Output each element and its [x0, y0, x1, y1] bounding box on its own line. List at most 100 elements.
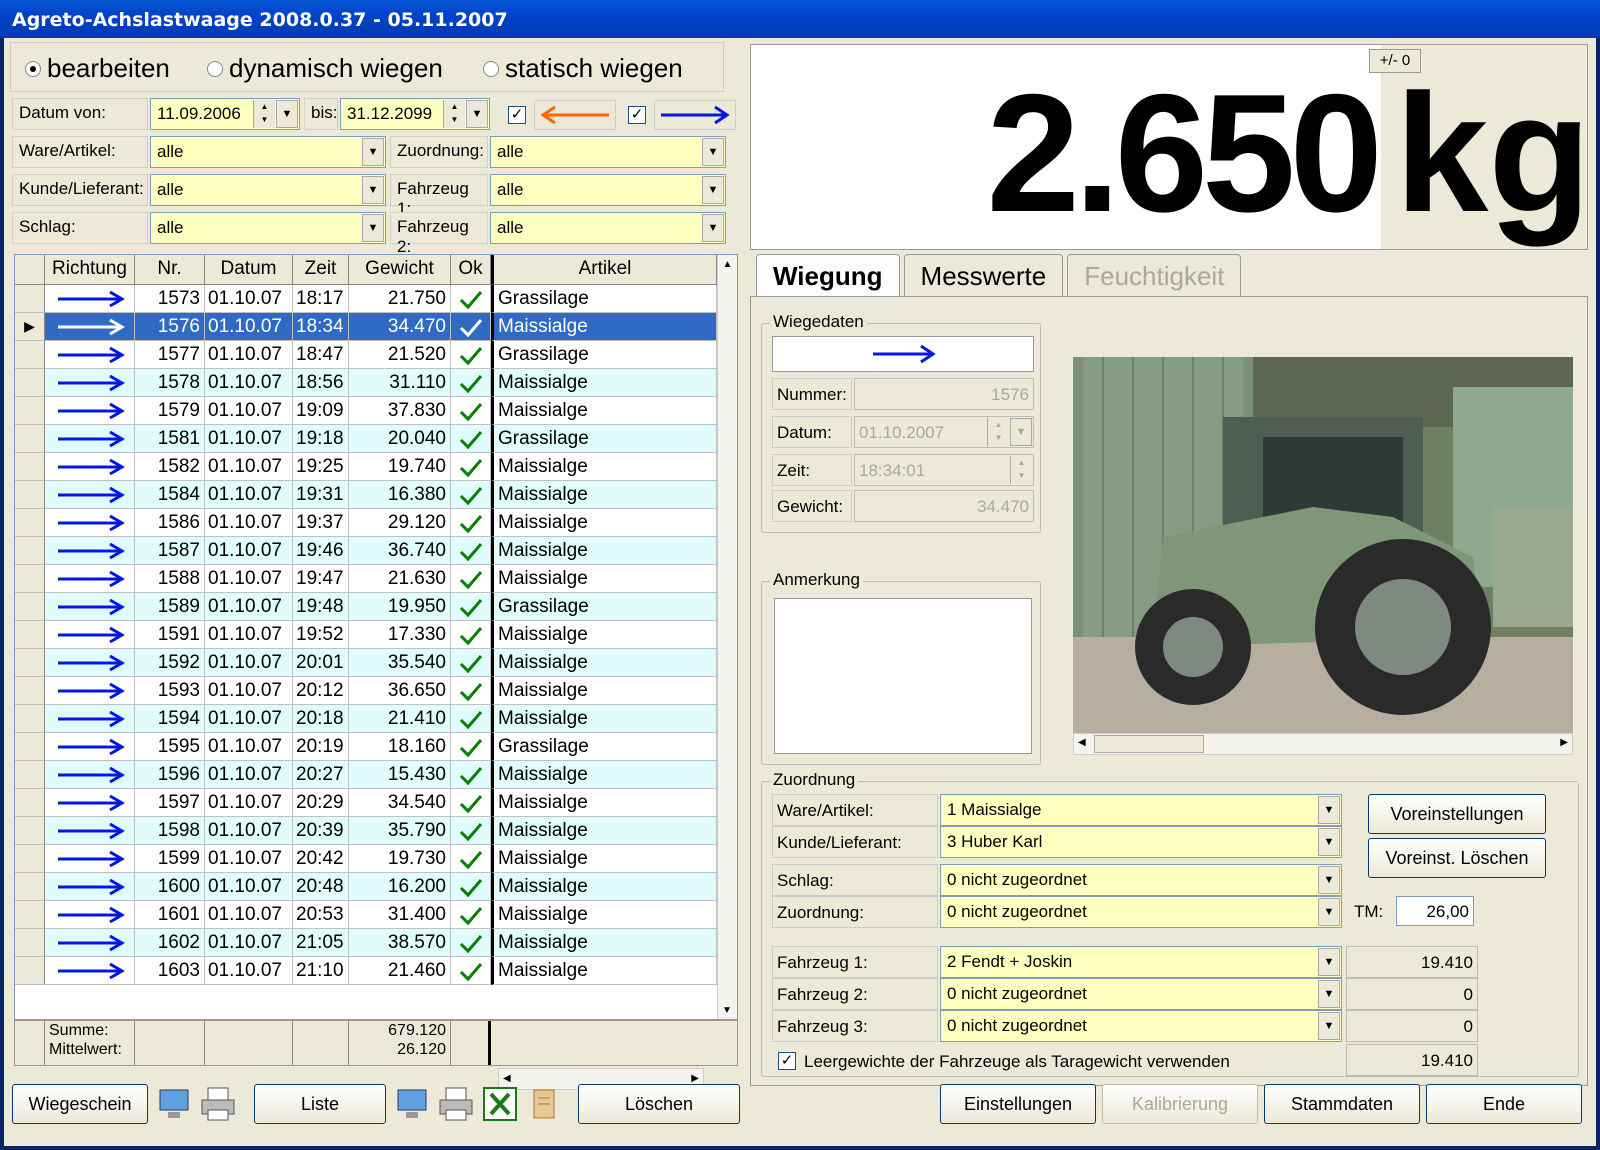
chevron-down-icon[interactable]: ▼	[1318, 1012, 1340, 1040]
chevron-down-icon[interactable]: ▼	[1318, 948, 1340, 976]
printer-icon[interactable]	[436, 1084, 476, 1124]
kalibrierung-button[interactable]: Kalibrierung	[1102, 1084, 1258, 1124]
scroll-up-icon[interactable]: ▲	[718, 255, 737, 275]
table-row[interactable]: 1577 01.10.07 18:47 21.520 Grassilage	[15, 341, 717, 369]
z-fahrzeug2-select[interactable]: 0 nicht zugeordnet ▼	[940, 978, 1342, 1010]
chevron-down-icon[interactable]: ▼	[1318, 866, 1340, 894]
table-row[interactable]: 1584 01.10.07 19:31 16.380 Maissialge	[15, 481, 717, 509]
scroll-down-icon[interactable]: ▼	[718, 1001, 736, 1019]
monitor-icon[interactable]	[154, 1084, 194, 1124]
z-ware-select[interactable]: 1 Maissialge ▼	[940, 794, 1342, 826]
z-schlag-select[interactable]: 0 nicht zugeordnet ▼	[940, 864, 1342, 896]
leergewicht-checkbox[interactable]: ✓	[778, 1052, 796, 1070]
chevron-down-icon[interactable]: ▼	[1318, 898, 1340, 926]
table-vscrollbar[interactable]: ▲ ▼	[717, 255, 737, 1019]
photo-hscrollbar[interactable]: ◀ ▶	[1073, 733, 1573, 755]
printer-icon[interactable]	[198, 1084, 238, 1124]
mode-dynamisch[interactable]: dynamisch wiegen	[207, 53, 443, 84]
table-row[interactable]: 1586 01.10.07 19:37 29.120 Maissialge	[15, 509, 717, 537]
excel-icon[interactable]	[480, 1084, 520, 1124]
table-row[interactable]: 1600 01.10.07 20:48 16.200 Maissialge	[15, 873, 717, 901]
table-row[interactable]: 1596 01.10.07 20:27 15.430 Maissialge	[15, 761, 717, 789]
table-row[interactable]: ▶ 1576 01.10.07 18:34 34.470 Maissialge	[15, 313, 717, 341]
table-row[interactable]: 1594 01.10.07 20:18 21.410 Maissialge	[15, 705, 717, 733]
table-row[interactable]: 1581 01.10.07 19:18 20.040 Grassilage	[15, 425, 717, 453]
zuordnung-filter-select[interactable]: alle ▼	[490, 136, 726, 168]
direction-in-checkbox[interactable]: ✓	[508, 106, 526, 124]
chevron-down-icon[interactable]: ▼	[702, 176, 724, 204]
table-row[interactable]: 1597 01.10.07 20:29 34.540 Maissialge	[15, 789, 717, 817]
table-row[interactable]: 1589 01.10.07 19:48 19.950 Grassilage	[15, 593, 717, 621]
col-nr-header[interactable]: Nr.	[135, 255, 205, 285]
table-row[interactable]: 1598 01.10.07 20:39 35.790 Maissialge	[15, 817, 717, 845]
chevron-down-icon[interactable]: ▼	[276, 100, 298, 128]
table-row[interactable]: 1579 01.10.07 19:09 37.830 Maissialge	[15, 397, 717, 425]
col-indicator-header[interactable]	[15, 255, 45, 285]
chevron-down-icon[interactable]: ▼	[1318, 980, 1340, 1008]
table-row[interactable]: 1591 01.10.07 19:52 17.330 Maissialge	[15, 621, 717, 649]
z-fahrzeug3-select[interactable]: 0 nicht zugeordnet ▼	[940, 1010, 1342, 1042]
chevron-down-icon[interactable]: ▼	[702, 214, 724, 242]
tab-wiegung[interactable]: Wiegung	[756, 254, 900, 298]
chevron-down-icon[interactable]: ▼	[362, 176, 384, 204]
table-row[interactable]: 1587 01.10.07 19:46 36.740 Maissialge	[15, 537, 717, 565]
col-datum-header[interactable]: Datum	[205, 255, 293, 285]
table-row[interactable]: 1601 01.10.07 20:53 31.400 Maissialge	[15, 901, 717, 929]
ware-filter-select[interactable]: alle ▼	[150, 136, 386, 168]
chevron-down-icon[interactable]: ▼	[362, 138, 384, 166]
table-row[interactable]: 1595 01.10.07 20:19 18.160 Grassilage	[15, 733, 717, 761]
mode-statisch[interactable]: statisch wiegen	[483, 53, 683, 84]
table-row[interactable]: 1602 01.10.07 21:05 38.570 Maissialge	[15, 929, 717, 957]
col-ok-header[interactable]: Ok	[451, 255, 491, 285]
scroll-thumb[interactable]	[1094, 735, 1204, 753]
stammdaten-button[interactable]: Stammdaten	[1264, 1084, 1420, 1124]
loeschen-button[interactable]: Löschen	[578, 1084, 740, 1124]
scroll-right-icon[interactable]: ▶	[691, 1073, 699, 1084]
table-row[interactable]: 1588 01.10.07 19:47 21.630 Maissialge	[15, 565, 717, 593]
fahrzeug2-filter-select[interactable]: alle ▼	[490, 212, 726, 244]
table-row[interactable]: 1573 01.10.07 18:17 21.750 Grassilage	[15, 285, 717, 313]
chevron-down-icon[interactable]: ▼	[1318, 828, 1340, 856]
chevron-down-icon[interactable]: ▼	[702, 138, 724, 166]
einstellungen-button[interactable]: Einstellungen	[940, 1084, 1096, 1124]
date-from-input[interactable]: 11.09.2006 ▲ ▼ ▼	[150, 98, 300, 130]
liste-button[interactable]: Liste	[254, 1084, 386, 1124]
tab-messwerte[interactable]: Messwerte	[903, 254, 1064, 298]
col-richtung-header[interactable]: Richtung	[45, 255, 135, 285]
z-fahrzeug1-select[interactable]: 2 Fendt + Joskin ▼	[940, 946, 1342, 978]
table-row[interactable]: 1599 01.10.07 20:42 19.730 Maissialge	[15, 845, 717, 873]
z-zuordnung-select[interactable]: 0 nicht zugeordnet ▼	[940, 896, 1342, 928]
anmerkung-textarea[interactable]	[774, 598, 1032, 754]
tm-input[interactable]: 26,00	[1396, 896, 1474, 926]
schlag-filter-select[interactable]: alle ▼	[150, 212, 386, 244]
voreinstellungen-button[interactable]: Voreinstellungen	[1368, 794, 1546, 834]
voreinst-loeschen-button[interactable]: Voreinst. Löschen	[1368, 838, 1546, 878]
tab-feuchtigkeit[interactable]: Feuchtigkeit	[1067, 254, 1242, 298]
monitor-icon[interactable]	[392, 1084, 432, 1124]
col-gewicht-header[interactable]: Gewicht	[349, 255, 451, 285]
kunde-filter-select[interactable]: alle ▼	[150, 174, 386, 206]
scroll-left-icon[interactable]: ◀	[503, 1073, 511, 1084]
chevron-down-icon[interactable]: ▼	[466, 100, 488, 128]
ende-button[interactable]: Ende	[1426, 1084, 1582, 1124]
table-row[interactable]: 1603 01.10.07 21:10 21.460 Maissialge	[15, 957, 717, 985]
scroll-left-icon[interactable]: ◀	[1078, 737, 1086, 748]
table-row[interactable]: 1592 01.10.07 20:01 35.540 Maissialge	[15, 649, 717, 677]
fahrzeug1-filter-select[interactable]: alle ▼	[490, 174, 726, 206]
scroll-right-icon[interactable]: ▶	[1560, 737, 1568, 748]
mode-bearbeiten[interactable]: bearbeiten	[25, 53, 170, 84]
date-to-input[interactable]: 31.12.2099 ▲ ▼ ▼	[340, 98, 490, 130]
table-row[interactable]: 1593 01.10.07 20:12 36.650 Maissialge	[15, 677, 717, 705]
date-from-spinner[interactable]: ▲ ▼	[253, 100, 275, 128]
direction-out-checkbox[interactable]: ✓	[628, 106, 646, 124]
z-kunde-select[interactable]: 3 Huber Karl ▼	[940, 826, 1342, 858]
wiegeschein-button[interactable]: Wiegeschein	[12, 1084, 148, 1124]
scroll-document-icon[interactable]	[524, 1084, 564, 1124]
table-row[interactable]: 1582 01.10.07 19:25 19.740 Maissialge	[15, 453, 717, 481]
date-to-spinner[interactable]: ▲ ▼	[443, 100, 465, 128]
chevron-down-icon[interactable]: ▼	[362, 214, 384, 242]
tare-button[interactable]: +/- 0	[1369, 49, 1421, 73]
col-artikel-header[interactable]: Artikel	[491, 255, 717, 285]
chevron-down-icon[interactable]: ▼	[1318, 796, 1340, 824]
col-zeit-header[interactable]: Zeit	[293, 255, 349, 285]
